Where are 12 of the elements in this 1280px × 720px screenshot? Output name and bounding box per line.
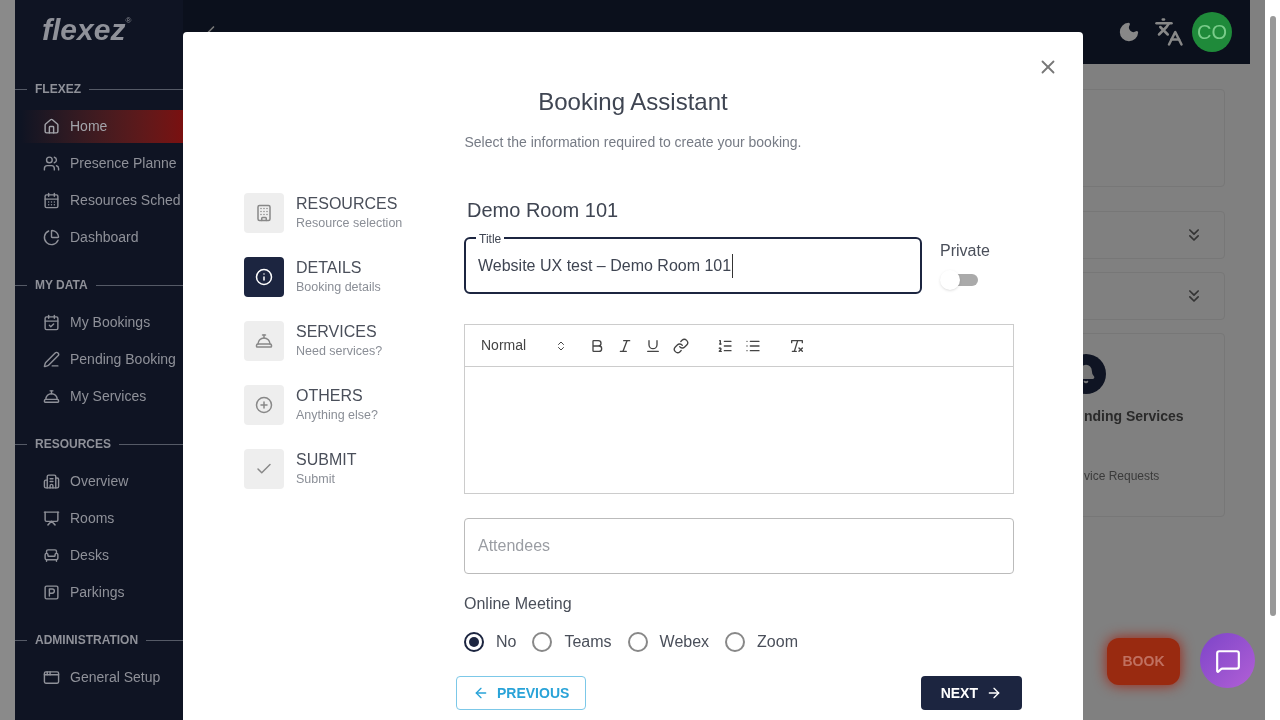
resource-name: Demo Room 101 (467, 198, 620, 223)
private-label: Private (940, 241, 990, 261)
section-heading: MY DATA (35, 277, 88, 294)
dialog-subtitle: Select the information required to create your booking. (464, 133, 802, 152)
card-title: nding Services (1084, 407, 1184, 426)
logo: flexez® (42, 15, 132, 45)
section-heading: FLEXEZ (35, 81, 81, 98)
card-subtitle: vice Requests (1084, 468, 1160, 485)
dialog-title: Booking Assistant (538, 87, 728, 117)
online-meeting-label: Online Meeting (464, 594, 573, 614)
section-heading: ADMINISTRATION (35, 632, 139, 649)
section-heading: RESOURCES (35, 436, 111, 453)
